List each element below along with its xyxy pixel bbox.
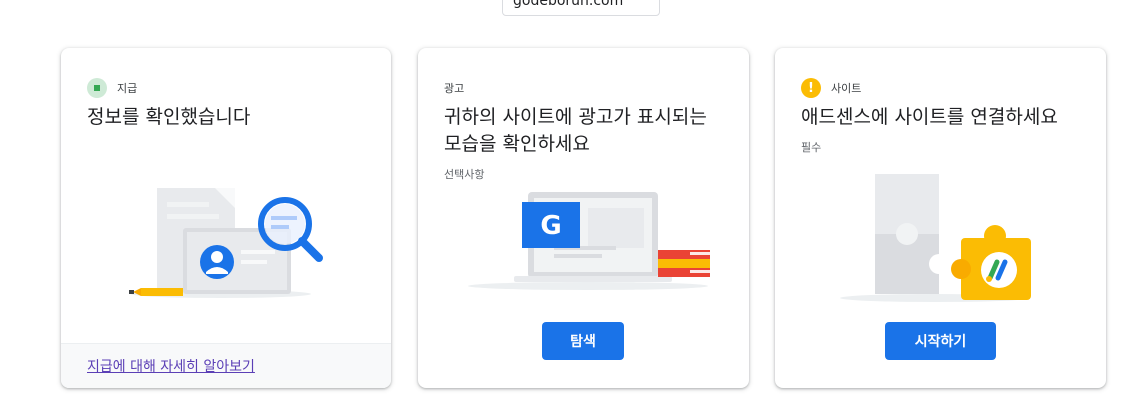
check-status-icon	[87, 78, 107, 98]
site-card-header: ! 사이트 애드센스에 사이트를 연결하세요 필수	[801, 78, 1086, 155]
ad-preview-illustration: G	[468, 192, 710, 290]
site-tag-label: 사이트	[831, 82, 862, 95]
ads-tag: 광고	[444, 78, 729, 98]
warning-icon: !	[801, 78, 821, 98]
get-started-button[interactable]: 시작하기	[885, 322, 996, 360]
site-card: ! 사이트 애드센스에 사이트를 연결하세요 필수 시작하기	[775, 48, 1106, 388]
identity-verification-illustration	[129, 188, 323, 298]
site-domain-text: godeborun.com	[513, 0, 624, 9]
site-tag: ! 사이트	[801, 78, 1086, 98]
site-card-title: 애드센스에 사이트를 연결하세요	[801, 106, 1058, 128]
ads-card: 광고 귀하의 사이트에 광고가 표시되는 모습을 확인하세요 선택사항 G 탐색	[418, 48, 749, 388]
ads-card-title-line2: 모습을 확인하세요	[444, 133, 590, 155]
ads-tag-label: 광고	[444, 82, 465, 95]
connect-site-puzzle-illustration	[840, 174, 1031, 302]
explore-button[interactable]: 탐색	[542, 322, 624, 360]
ads-card-subtitle: 선택사항	[444, 168, 485, 181]
site-domain-field: godeborun.com	[502, 0, 660, 16]
payments-card-title: 정보를 확인했습니다	[87, 106, 251, 128]
payments-tag-label: 지급	[117, 82, 138, 95]
payments-tag: 지급	[87, 78, 371, 98]
ads-card-header: 광고 귀하의 사이트에 광고가 표시되는 모습을 확인하세요 선택사항	[444, 78, 729, 182]
ads-card-title: 귀하의 사이트에 광고가 표시되는 모습을 확인하세요	[444, 104, 729, 158]
payments-card-footer: 지급에 대해 자세히 알아보기	[61, 343, 391, 388]
ads-card-title-line1: 귀하의 사이트에 광고가 표시되는	[444, 106, 707, 128]
svg-text:G: G	[540, 211, 561, 241]
payments-card-header: 지급 정보를 확인했습니다	[87, 78, 371, 131]
payments-card: 지급 정보를 확인했습니다 지급에 대해 자세히 알아보기	[61, 48, 391, 388]
learn-more-payments-link[interactable]: 지급에 대해 자세히 알아보기	[87, 356, 255, 376]
site-card-subtitle: 필수	[801, 141, 822, 154]
